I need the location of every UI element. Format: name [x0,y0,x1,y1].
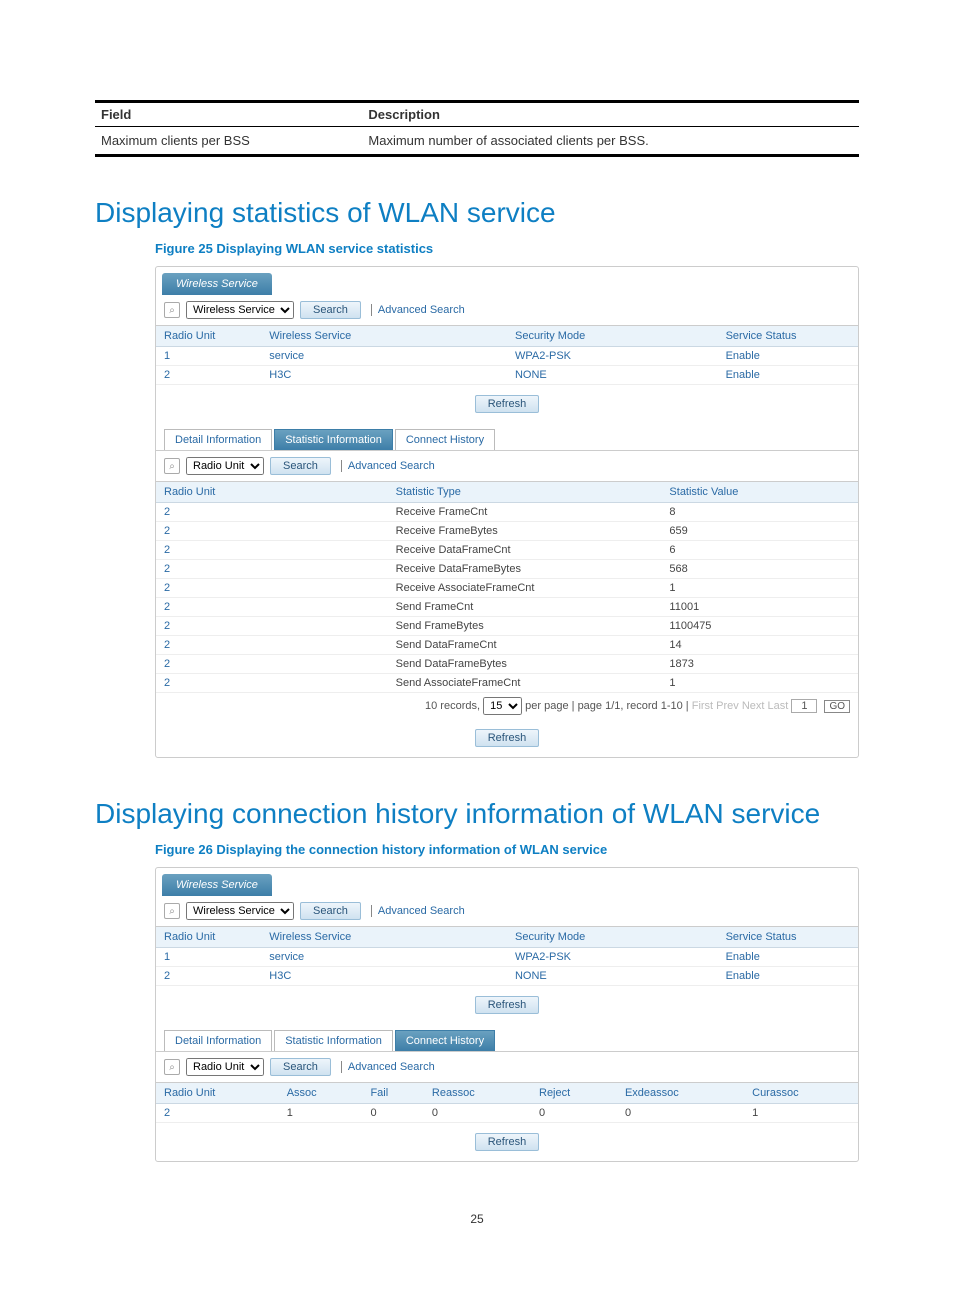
col-wireless-service[interactable]: Wireless Service [261,326,507,347]
sub-tabs: Detail Information Statistic Information… [164,1030,858,1051]
tab-detail-information[interactable]: Detail Information [164,429,272,450]
field-description-table: Field Description Maximum clients per BS… [95,100,859,157]
table-row: 2Send DataFrameBytes1873 [156,655,858,674]
col-statistic-type[interactable]: Statistic Type [388,482,662,503]
col-field: Field [95,102,362,127]
search-icon: ⌕ [164,458,180,474]
col-radio-unit[interactable]: Radio Unit [156,326,261,347]
stat-search-select[interactable]: Radio Unit [186,457,264,475]
wireless-service-tab[interactable]: Wireless Service [162,874,272,896]
col-wireless-service[interactable]: Wireless Service [261,927,507,948]
table-row: 1 service WPA2-PSK Enable [156,347,858,366]
col-radio-unit[interactable]: Radio Unit [156,1083,279,1104]
tab-statistic-information[interactable]: Statistic Information [274,429,393,450]
advanced-search-link[interactable]: Advanced Search [371,304,465,316]
wireless-service-table: Radio Unit Wireless Service Security Mod… [156,326,858,385]
pager: 10 records, 15 per page | page 1/1, reco… [156,693,858,719]
tab-detail-information[interactable]: Detail Information [164,1030,272,1051]
figure-25-caption: Figure 25 Displaying WLAN service statis… [155,241,859,256]
tab-connect-history[interactable]: Connect History [395,429,495,450]
table-row: 2Receive FrameCnt8 [156,503,858,522]
advanced-search-link[interactable]: Advanced Search [371,905,465,917]
search-icon: ⌕ [164,302,180,318]
col-assoc[interactable]: Assoc [279,1083,363,1104]
search-type-select[interactable]: Wireless Service [186,902,294,920]
statistic-table: Radio Unit Statistic Type Statistic Valu… [156,482,858,693]
search-icon: ⌕ [164,1059,180,1075]
table-row: 2Send FrameBytes1100475 [156,617,858,636]
refresh-button-bottom[interactable]: Refresh [475,729,540,747]
pager-per-page-select[interactable]: 15 [483,697,522,715]
table-row: 1 service WPA2-PSK Enable [156,948,858,967]
search-button[interactable]: Search [300,902,361,920]
table-row: 2Receive DataFrameCnt6 [156,541,858,560]
col-security-mode[interactable]: Security Mode [507,326,718,347]
table-row: 2Receive AssociateFrameCnt1 [156,579,858,598]
table-row: 2 H3C NONE Enable [156,967,858,986]
cell-description: Maximum number of associated clients per… [362,127,859,156]
col-reject[interactable]: Reject [531,1083,617,1104]
figure-25-screenshot: Wireless Service ⌕ Wireless Service Sear… [155,266,859,758]
refresh-button[interactable]: Refresh [475,996,540,1014]
table-row: 2Receive FrameBytes659 [156,522,858,541]
sub-tabs: Detail Information Statistic Information… [164,429,858,450]
col-description: Description [362,102,859,127]
pager-go-button[interactable]: GO [824,700,850,713]
col-curassoc[interactable]: Curassoc [744,1083,858,1104]
connect-history-table: Radio Unit Assoc Fail Reassoc Reject Exd… [156,1083,858,1123]
search-icon: ⌕ [164,903,180,919]
figure-26-caption: Figure 26 Displaying the connection hist… [155,842,859,857]
col-statistic-value[interactable]: Statistic Value [661,482,858,503]
col-reassoc[interactable]: Reassoc [424,1083,531,1104]
table-row: 2 1 0 0 0 0 1 [156,1104,858,1123]
table-row: 2Send AssociateFrameCnt1 [156,674,858,693]
tab-statistic-information[interactable]: Statistic Information [274,1030,393,1051]
page-number: 25 [95,1212,859,1226]
search-type-select[interactable]: Wireless Service [186,301,294,319]
col-service-status[interactable]: Service Status [718,326,858,347]
refresh-button-bottom[interactable]: Refresh [475,1133,540,1151]
cell-field: Maximum clients per BSS [95,127,362,156]
col-radio-unit[interactable]: Radio Unit [156,482,388,503]
col-radio-unit[interactable]: Radio Unit [156,927,261,948]
tab-connect-history[interactable]: Connect History [395,1030,495,1051]
pager-nav[interactable]: First Prev Next Last [692,700,789,712]
col-security-mode[interactable]: Security Mode [507,927,718,948]
figure-26-screenshot: Wireless Service ⌕ Wireless Service Sear… [155,867,859,1162]
table-row: 2Receive DataFrameBytes568 [156,560,858,579]
pager-info: per page | page 1/1, record 1-10 | [525,700,689,712]
pager-page-input[interactable]: 1 [791,699,817,713]
section-heading-connection-history: Displaying connection history informatio… [95,798,859,830]
stat-advanced-search-link[interactable]: Advanced Search [341,460,435,472]
wireless-service-table: Radio Unit Wireless Service Security Mod… [156,927,858,986]
table-row: 2Send DataFrameCnt14 [156,636,858,655]
col-service-status[interactable]: Service Status [718,927,858,948]
section-heading-statistics: Displaying statistics of WLAN service [95,197,859,229]
table-row: 2Send FrameCnt11001 [156,598,858,617]
table-row: 2 H3C NONE Enable [156,366,858,385]
conn-search-select[interactable]: Radio Unit [186,1058,264,1076]
wireless-service-tab[interactable]: Wireless Service [162,273,272,295]
col-fail[interactable]: Fail [362,1083,423,1104]
refresh-button[interactable]: Refresh [475,395,540,413]
stat-search-button[interactable]: Search [270,457,331,475]
conn-advanced-search-link[interactable]: Advanced Search [341,1061,435,1073]
pager-records: 10 records, [425,700,480,712]
col-exdeassoc[interactable]: Exdeassoc [617,1083,744,1104]
conn-search-button[interactable]: Search [270,1058,331,1076]
search-button[interactable]: Search [300,301,361,319]
